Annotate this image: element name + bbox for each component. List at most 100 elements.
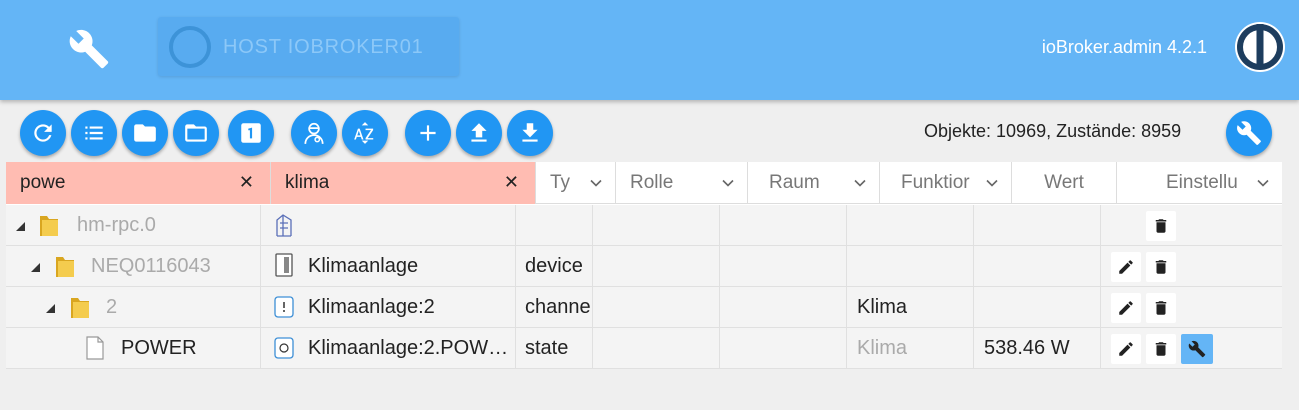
object-name: Klimaanlage:2.POW… [308, 336, 509, 359]
device-icon [275, 253, 293, 277]
delete-button[interactable] [1146, 334, 1176, 364]
expert-icon [304, 122, 324, 144]
room-cell [720, 246, 847, 286]
value-cell [974, 205, 1101, 245]
type-cell: channe [516, 287, 593, 327]
state-icon [274, 337, 294, 359]
custom-settings-button[interactable] [1181, 334, 1213, 364]
collapse-arrow-icon[interactable] [31, 263, 40, 272]
object-type: channe [525, 295, 591, 318]
wrench-icon [1237, 121, 1261, 145]
folder-icon [71, 298, 89, 318]
expand-one-level-button[interactable] [228, 110, 274, 156]
list-icon [85, 126, 103, 140]
expand-all-button[interactable] [173, 110, 219, 156]
id-cell: 2 [6, 287, 261, 327]
room-cell [720, 287, 847, 327]
clear-icon[interactable]: ✕ [239, 172, 254, 193]
function-cell: Klima [847, 328, 974, 368]
actions-cell [1101, 246, 1282, 286]
type-cell: state [516, 328, 593, 368]
delete-button[interactable] [1146, 293, 1176, 323]
id-cell: POWER [6, 328, 261, 368]
object-name: Klimaanlage:2 [308, 295, 435, 318]
folder-filled-icon [134, 124, 156, 142]
iobroker-logo-icon [1235, 22, 1285, 72]
settings-button[interactable] [1226, 110, 1272, 156]
host-selector[interactable]: HOST IOBROKER01 [158, 17, 459, 76]
trash-icon [1155, 342, 1167, 356]
chevron-down-icon [590, 179, 602, 187]
edit-button[interactable] [1111, 252, 1141, 282]
pencil-icon [1119, 342, 1133, 356]
object-count: Objekte: 10969, Zustände: 8959 [924, 121, 1182, 141]
sort-alphabet-button[interactable] [342, 110, 388, 156]
object-id: NEQ0116043 [91, 254, 211, 277]
admin-version: ioBroker.admin 4.2.1 [1041, 37, 1207, 57]
object-value: 538.46 W [984, 336, 1070, 359]
delete-button[interactable] [1146, 252, 1176, 282]
actions-cell [1101, 205, 1282, 245]
add-object-button[interactable] [405, 110, 451, 156]
collapse-arrow-icon[interactable] [16, 222, 25, 231]
folder-outline-icon [185, 124, 207, 142]
object-id: POWER [121, 336, 197, 359]
adapter-icon [276, 214, 292, 237]
room-filter-select[interactable]: Raum [748, 162, 880, 204]
wrench-icon[interactable] [68, 28, 110, 70]
object-function: Klima [857, 295, 908, 318]
name-cell [261, 205, 516, 245]
value-header-label: Wert [1044, 172, 1084, 193]
role-filter-select[interactable]: Rolle [616, 162, 748, 204]
id-filter-input[interactable]: powe ✕ [6, 162, 271, 204]
upload-button[interactable] [456, 110, 502, 156]
clear-icon[interactable]: ✕ [504, 172, 519, 193]
table-row[interactable]: NEQ0116043 Klimaanlage device [6, 246, 1282, 287]
actions-cell [1101, 287, 1282, 327]
object-id: hm-rpc.0 [77, 213, 156, 236]
role-cell [593, 328, 720, 368]
download-icon [522, 123, 538, 142]
type-filter-select[interactable]: Ty [536, 162, 616, 204]
wrench-icon [1188, 340, 1206, 358]
table-row[interactable]: hm-rpc.0 [6, 205, 1282, 246]
list-view-button[interactable] [71, 110, 117, 156]
name-filter-input[interactable]: klima ✕ [271, 162, 536, 204]
add-icon [420, 125, 436, 141]
chevron-down-icon [722, 179, 734, 187]
edit-button[interactable] [1111, 334, 1141, 364]
file-icon [86, 336, 104, 360]
refresh-button[interactable] [20, 110, 66, 156]
table-row[interactable]: POWER Klimaanlage:2.POW… state Klima 538… [6, 328, 1282, 369]
table-header: powe ✕ klima ✕ Ty Rolle Raum Funktior We… [6, 162, 1282, 204]
role-cell [593, 246, 720, 286]
role-header-label: Rolle [630, 172, 674, 193]
type-header-label: Ty [550, 172, 571, 193]
table-row[interactable]: 2 Klimaanlage:2 channe Klima [6, 287, 1282, 328]
object-type: device [525, 254, 583, 277]
settings-filter-select[interactable]: Einstellu [1117, 162, 1282, 204]
name-cell: Klimaanlage:2.POW… [261, 328, 516, 368]
value-cell [974, 246, 1101, 286]
expert-mode-button[interactable] [291, 110, 337, 156]
chevron-down-icon [986, 179, 998, 187]
id-cell: hm-rpc.0 [6, 205, 261, 245]
role-cell [593, 287, 720, 327]
upload-icon [471, 123, 487, 142]
download-button[interactable] [507, 110, 553, 156]
function-cell [847, 205, 974, 245]
room-cell [720, 328, 847, 368]
collapse-all-button[interactable] [122, 110, 168, 156]
id-cell: NEQ0116043 [6, 246, 261, 286]
function-filter-select[interactable]: Funktior [880, 162, 1012, 204]
edit-button[interactable] [1111, 293, 1141, 323]
delete-button[interactable] [1146, 211, 1176, 241]
object-type: state [525, 336, 569, 359]
collapse-arrow-icon[interactable] [46, 304, 55, 313]
chevron-down-icon [1257, 179, 1269, 187]
role-cell [593, 205, 720, 245]
objects-table: powe ✕ klima ✕ Ty Rolle Raum Funktior We… [6, 162, 1282, 369]
value-cell[interactable]: 538.46 W [974, 328, 1101, 368]
folder-icon [40, 216, 58, 236]
one-icon [241, 123, 261, 143]
